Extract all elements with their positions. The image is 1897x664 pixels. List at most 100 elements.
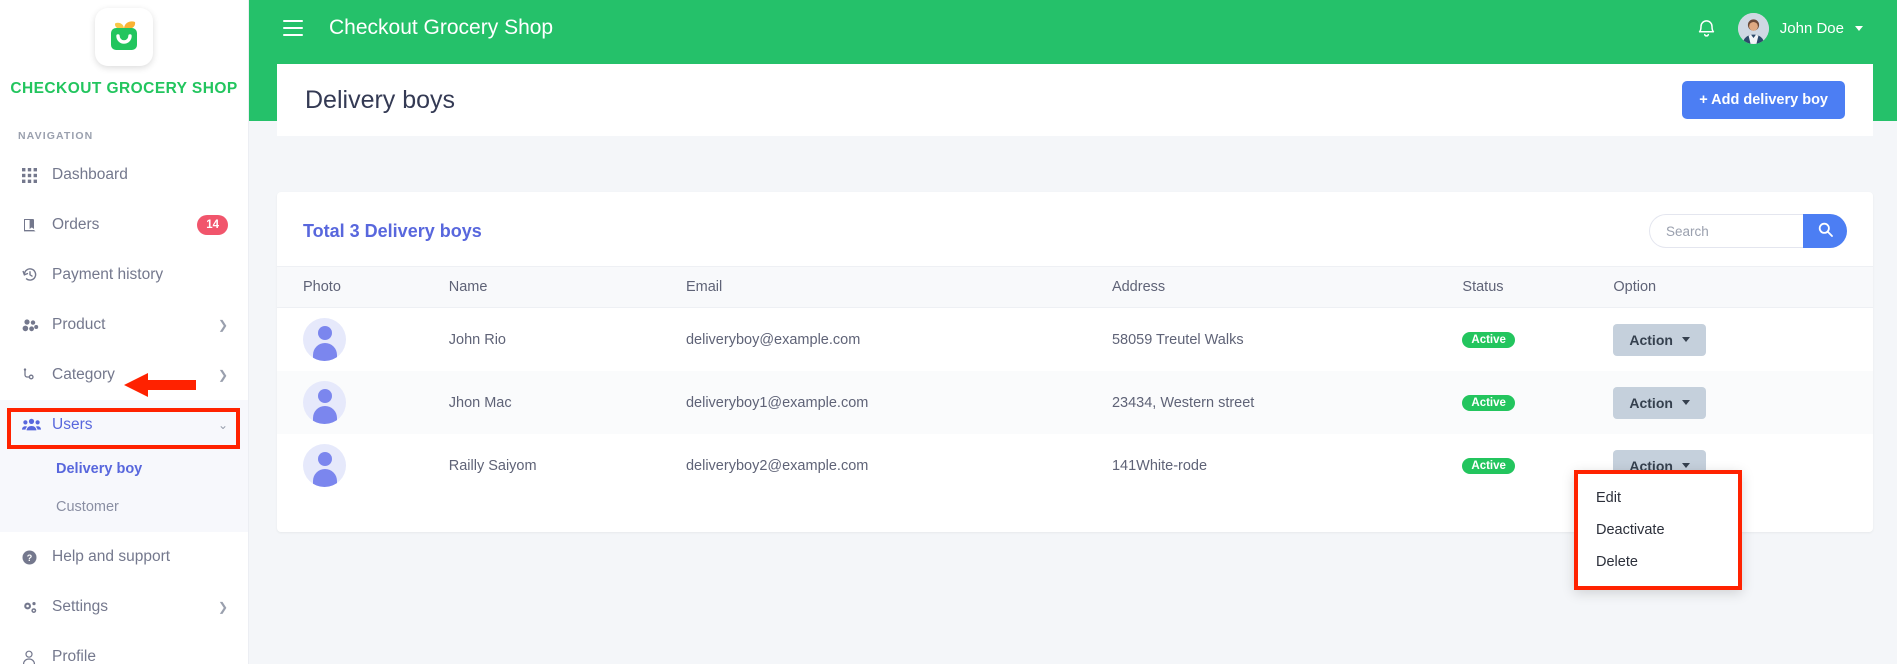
search-input[interactable] (1649, 214, 1803, 248)
user-placeholder-avatar-icon (303, 318, 346, 361)
sidebar-subitem-label: Delivery boy (56, 461, 143, 477)
card-header: Total 3 Delivery boys (277, 192, 1873, 266)
status-badge: Active (1462, 332, 1515, 348)
chevron-right-icon: ❯ (217, 318, 228, 332)
topbar-title: Checkout Grocery Shop (329, 16, 554, 39)
sidebar-item-category[interactable]: Category ❯ (0, 350, 248, 400)
column-header-option: Option (1603, 266, 1873, 308)
cell-email: deliveryboy@example.com (685, 331, 861, 348)
column-header-email: Email (675, 266, 1102, 308)
cell-option: Action (1603, 308, 1873, 372)
svg-text:?: ? (27, 553, 33, 563)
table-row: Jhon Mac deliveryboy1@example.com 23434,… (277, 371, 1873, 434)
sidebar-item-label: Category (52, 366, 115, 383)
navigation-section-label: NAVIGATION (18, 130, 94, 142)
cell-status: Active (1452, 371, 1603, 434)
sidebar-item-label: Profile (52, 648, 96, 664)
cell-address: 141White-rode (1111, 457, 1208, 474)
orders-count-badge: 14 (197, 214, 228, 236)
status-badge: Active (1462, 395, 1515, 411)
users-icon (22, 418, 52, 432)
sidebar-subitem-customer[interactable]: Customer (0, 488, 248, 526)
sidebar-item-label: Orders (52, 216, 100, 233)
users-submenu: Delivery boy Customer (0, 450, 248, 532)
add-delivery-boy-button[interactable]: + Add delivery boy (1682, 81, 1845, 119)
table-head: Photo Name Email Address Status Option (277, 266, 1873, 308)
cell-status: Active (1452, 308, 1603, 372)
cell-email: deliveryboy1@example.com (685, 394, 869, 411)
sidebar-item-profile[interactable]: Profile (0, 632, 248, 664)
search-group (1649, 214, 1847, 248)
sidebar-item-product[interactable]: Product ❯ (0, 300, 248, 350)
boxes-icon (22, 318, 52, 333)
brand-logo-wrapper (0, 0, 248, 72)
user-menu[interactable]: John Doe (1737, 12, 1863, 44)
sidebar-item-label: Payment history (52, 266, 164, 283)
column-header-photo: Photo (277, 266, 439, 308)
dropdown-item-delete[interactable]: Delete (1578, 546, 1738, 578)
delivery-boys-table: Photo Name Email Address Status Option J… (277, 266, 1873, 497)
history-icon (22, 267, 52, 283)
action-dropdown-button[interactable]: Action (1613, 323, 1706, 356)
dropdown-item-deactivate[interactable]: Deactivate (1578, 514, 1738, 546)
topbar-right-group: John Doe (1697, 12, 1863, 44)
user-placeholder-avatar-icon (303, 381, 346, 424)
cell-photo (277, 308, 439, 372)
table-body: John Rio deliveryboy@example.com 58059 T… (277, 308, 1873, 498)
delivery-boys-table-card: Total 3 Delivery boys Search Photo Name … (277, 192, 1873, 590)
chevron-down-icon (1855, 25, 1863, 31)
table-row: John Rio deliveryboy@example.com 58059 T… (277, 308, 1873, 372)
cell-name: Railly Saiyom (448, 457, 537, 474)
user-avatar-photo-icon (1737, 12, 1769, 44)
chevron-down-icon (1681, 463, 1690, 468)
main-content: Delivery boys + Add delivery boy Total 3… (249, 56, 1897, 664)
action-button-label: Action (1629, 394, 1673, 411)
action-button-label: Action (1629, 331, 1673, 348)
sidebar-item-users[interactable]: Users ⌄ (0, 400, 248, 450)
chevron-down-icon (1681, 337, 1690, 342)
table-header-row: Photo Name Email Address Status Option (277, 266, 1873, 308)
user-placeholder-avatar-icon (303, 444, 346, 487)
action-dropdown-menu: Edit Deactivate Delete (1574, 470, 1742, 590)
cell-option: Action (1603, 371, 1873, 434)
topbar: Checkout Grocery Shop John Doe (249, 0, 1897, 56)
sidebar-item-label: Product (52, 316, 106, 333)
cell-name: John Rio (448, 331, 506, 348)
sidebar-item-payment-history[interactable]: Payment history (0, 250, 248, 300)
page-header-card: Delivery boys + Add delivery boy (277, 64, 1873, 136)
cell-email: deliveryboy2@example.com (685, 457, 869, 474)
cell-address: 58059 Treutel Walks (1111, 331, 1244, 348)
sidebar-subitem-delivery-boy[interactable]: Delivery boy (0, 450, 248, 488)
cell-name: Jhon Mac (448, 394, 512, 411)
search-button[interactable] (1803, 214, 1847, 248)
bell-icon[interactable] (1697, 18, 1716, 39)
column-header-address: Address (1101, 266, 1453, 308)
user-name-label: John Doe (1779, 19, 1844, 37)
question-circle-icon: ? (22, 550, 52, 565)
magnifier-icon (1818, 222, 1833, 240)
cell-photo (277, 434, 439, 497)
sidebar-item-help-and-support[interactable]: ? Help and support (0, 532, 248, 582)
action-dropdown-button[interactable]: Action (1613, 386, 1706, 419)
sidebar-item-label: Dashboard (52, 166, 128, 183)
brand-title: CHECKOUT GROCERY SHOP (10, 80, 238, 97)
sidebar-item-orders[interactable]: Orders 14 (0, 200, 248, 250)
grid-icon (22, 167, 52, 183)
app-root: CHECKOUT GROCERY SHOP NAVIGATION Dashboa… (0, 0, 1897, 664)
chevron-right-icon: ❯ (217, 368, 228, 382)
grocery-bag-leaf-logo-icon (95, 8, 153, 66)
hamburger-icon[interactable] (283, 20, 303, 36)
page-title: Delivery boys (305, 85, 456, 114)
cogs-icon (22, 600, 52, 615)
total-count-heading: Total 3 Delivery boys (303, 220, 482, 241)
status-badge: Active (1462, 458, 1515, 474)
sidebar-item-label: Settings (52, 598, 109, 615)
dropdown-item-edit[interactable]: Edit (1578, 482, 1738, 514)
sidebar-item-settings[interactable]: Settings ❯ (0, 582, 248, 632)
cell-photo (277, 371, 439, 434)
sitemap-icon (22, 367, 52, 383)
sidebar-item-label: Users (52, 416, 93, 433)
sidebar-subitem-label: Customer (56, 499, 119, 515)
user-outline-icon (22, 650, 52, 664)
sidebar-item-dashboard[interactable]: Dashboard (0, 150, 248, 200)
